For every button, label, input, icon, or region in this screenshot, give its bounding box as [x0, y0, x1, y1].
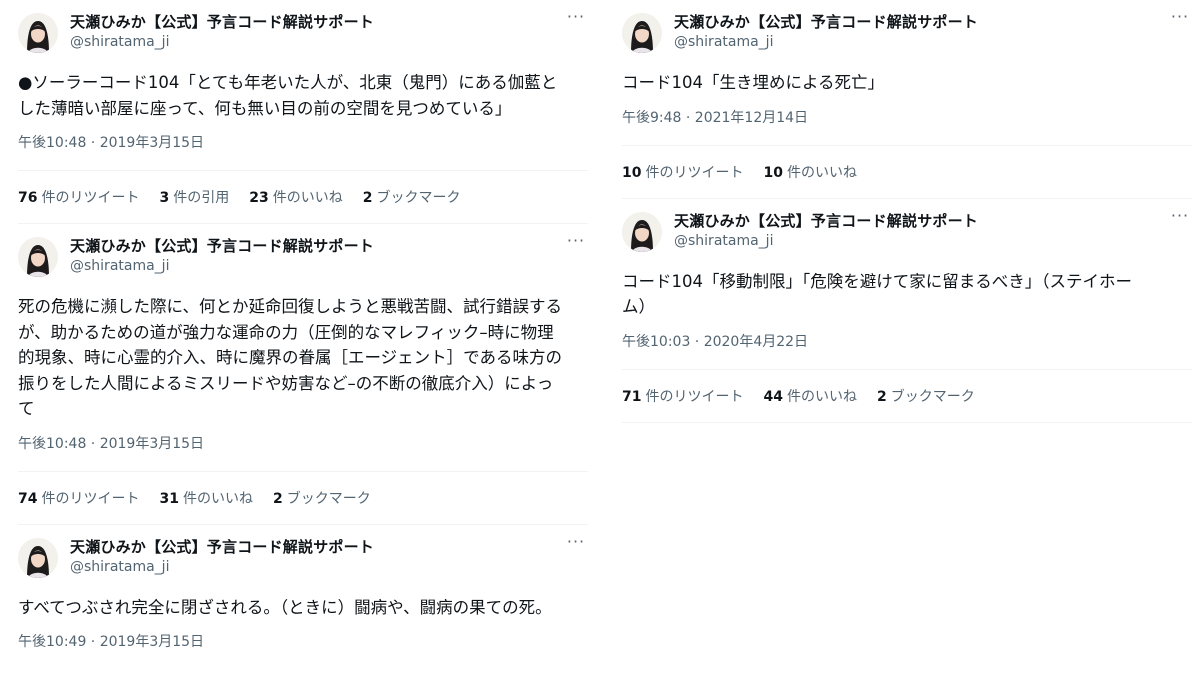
stat-count: 44: [763, 388, 783, 405]
stat-count: 2: [876, 388, 887, 405]
stat-count: 74: [18, 490, 38, 507]
stat-retweets[interactable]: 76 件のリツイート: [18, 187, 139, 207]
tweet-text: コード104「移動制限」「危険を避けて家に留まるべき」（ステイホー ム）: [622, 271, 1132, 317]
user-handle[interactable]: @shiratama_ji: [70, 557, 374, 577]
stat-retweets[interactable]: 71 件のリツイート: [622, 386, 743, 406]
user-info[interactable]: 天瀬ひみか【公式】予言コード解説サポート @shiratama_ji: [674, 12, 978, 52]
divider: [622, 421, 1192, 423]
more-options-icon[interactable]: ···: [566, 533, 586, 555]
stat-label: ブックマーク: [286, 490, 371, 507]
stat-count: 3: [159, 190, 170, 206]
stat-likes[interactable]: 31 件のいいね: [159, 488, 252, 508]
tweet-header: 天瀬ひみか【公式】予言コード解説サポート @shiratama_ji ···: [18, 224, 588, 284]
user-handle[interactable]: @shiratama_ji: [674, 231, 978, 251]
avatar[interactable]: [18, 13, 58, 53]
tweet-header: 天瀬ひみか【公式】予言コード解説サポート @shiratama_ji ···: [622, 199, 1192, 259]
stat-count: 10: [763, 164, 783, 181]
stat-count: 2: [362, 190, 373, 206]
avatar[interactable]: [622, 13, 662, 53]
left-column: 天瀬ひみか【公式】予言コード解説サポート @shiratama_ji ··· ●…: [18, 0, 588, 652]
tweet-timestamp[interactable]: 午後10:48 · 2019年3月15日: [18, 422, 588, 454]
tweet[interactable]: 天瀬ひみか【公式】予言コード解説サポート @shiratama_ji ··· 死…: [18, 224, 588, 525]
display-name[interactable]: 天瀬ひみか【公式】予言コード解説サポート: [674, 12, 978, 32]
user-info[interactable]: 天瀬ひみか【公式】予言コード解説サポート @shiratama_ji: [70, 236, 374, 276]
tweet-stats: 10 件のリツイート 10 件のいいね: [622, 146, 1192, 198]
tweet[interactable]: 天瀬ひみか【公式】予言コード解説サポート @shiratama_ji ··· コ…: [622, 0, 1192, 199]
stat-label: 件のリツイート: [41, 190, 140, 206]
stat-retweets[interactable]: 10 件のリツイート: [622, 162, 743, 182]
tweet-timestamp[interactable]: 午後10:03 · 2020年4月22日: [622, 320, 1192, 352]
stat-bookmarks[interactable]: 2 ブックマーク: [363, 187, 461, 207]
tweet[interactable]: 天瀬ひみか【公式】予言コード解説サポート @shiratama_ji ··· コ…: [622, 199, 1192, 423]
stat-label: 件のいいね: [786, 388, 857, 405]
stat-label: 件のいいね: [786, 164, 857, 181]
tweet[interactable]: 天瀬ひみか【公式】予言コード解説サポート @shiratama_ji ··· す…: [18, 525, 588, 653]
stat-count: 71: [622, 388, 642, 405]
tweet-stats: 74 件のリツイート 31 件のいいね 2 ブックマーク: [18, 472, 588, 524]
more-options-icon[interactable]: ···: [566, 9, 586, 30]
user-info[interactable]: 天瀬ひみか【公式】予言コード解説サポート @shiratama_ji: [70, 12, 374, 52]
tweet[interactable]: 天瀬ひみか【公式】予言コード解説サポート @shiratama_ji ··· ●…: [18, 0, 588, 224]
stat-likes[interactable]: 23 件のいいね: [249, 187, 342, 207]
user-handle[interactable]: @shiratama_ji: [70, 256, 374, 276]
stat-count: 23: [249, 190, 269, 206]
stat-bookmarks[interactable]: 2 ブックマーク: [877, 386, 975, 406]
stat-label: 件のリツイート: [645, 164, 744, 181]
display-name[interactable]: 天瀬ひみか【公式】予言コード解説サポート: [674, 211, 978, 231]
more-options-icon[interactable]: ···: [1170, 207, 1190, 229]
tweet-header: 天瀬ひみか【公式】予言コード解説サポート @shiratama_ji ···: [18, 525, 588, 585]
tweet-text: すべてつぶされ完全に閉ざされる。（ときに）闘病や、闘病の果ての死。: [18, 597, 552, 617]
right-column: 天瀬ひみか【公式】予言コード解説サポート @shiratama_ji ··· コ…: [622, 0, 1192, 423]
more-options-icon[interactable]: ···: [566, 233, 586, 254]
tweet-timestamp[interactable]: 午後10:48 · 2019年3月15日: [18, 121, 588, 153]
user-info[interactable]: 天瀬ひみか【公式】予言コード解説サポート @shiratama_ji: [674, 211, 978, 251]
stat-label: 件のいいね: [272, 190, 343, 206]
tweet-stats: 71 件のリツイート 44 件のいいね 2 ブックマーク: [622, 370, 1192, 422]
tweet-stats: 76 件のリツイート 3 件の引用 23 件のいいね 2 ブックマーク: [18, 171, 588, 223]
stat-count: 10: [622, 164, 642, 181]
stat-label: ブックマーク: [376, 190, 461, 206]
stat-label: 件のリツイート: [41, 490, 140, 507]
stat-label: 件のリツイート: [645, 388, 744, 405]
display-name[interactable]: 天瀬ひみか【公式】予言コード解説サポート: [70, 12, 374, 32]
tweet-header: 天瀬ひみか【公式】予言コード解説サポート @shiratama_ji ···: [622, 0, 1192, 60]
tweet-text: ●ソーラーコード104「とても年老いた人が、北東（鬼門）にある伽藍と した薄暗い…: [18, 73, 558, 118]
stat-bookmarks[interactable]: 2 ブックマーク: [273, 488, 371, 508]
stat-retweets[interactable]: 74 件のリツイート: [18, 488, 139, 508]
avatar[interactable]: [18, 237, 58, 277]
display-name[interactable]: 天瀬ひみか【公式】予言コード解説サポート: [70, 236, 374, 256]
user-info[interactable]: 天瀬ひみか【公式】予言コード解説サポート @shiratama_ji: [70, 537, 374, 577]
stat-label: ブックマーク: [890, 388, 975, 405]
tweet-text: コード104「生き埋めによる死亡」: [622, 73, 884, 92]
stat-label: 件のいいね: [182, 490, 253, 507]
stat-count: 76: [18, 190, 38, 206]
stat-label: 件の引用: [173, 190, 230, 206]
tweet-text: 死の危機に瀕した際に、何とか延命回復しようと悪戦苦闘、試行錯誤する が、助かるた…: [18, 297, 563, 418]
stat-likes[interactable]: 10 件のいいね: [763, 162, 856, 182]
avatar[interactable]: [622, 211, 662, 252]
more-options-icon[interactable]: ···: [1170, 9, 1190, 30]
display-name[interactable]: 天瀬ひみか【公式】予言コード解説サポート: [70, 537, 374, 557]
tweet-timestamp[interactable]: 午後10:49 · 2019年3月15日: [18, 620, 588, 652]
user-handle[interactable]: @shiratama_ji: [70, 32, 374, 52]
avatar[interactable]: [18, 537, 58, 578]
stat-count: 31: [159, 490, 179, 507]
tweet-header: 天瀬ひみか【公式】予言コード解説サポート @shiratama_ji ···: [18, 0, 588, 60]
stat-count: 2: [272, 490, 283, 507]
user-handle[interactable]: @shiratama_ji: [674, 32, 978, 52]
stat-quotes[interactable]: 3 件の引用: [159, 187, 229, 207]
tweet-timestamp[interactable]: 午後9:48 · 2021年12月14日: [622, 96, 1192, 128]
stat-likes[interactable]: 44 件のいいね: [763, 386, 856, 406]
